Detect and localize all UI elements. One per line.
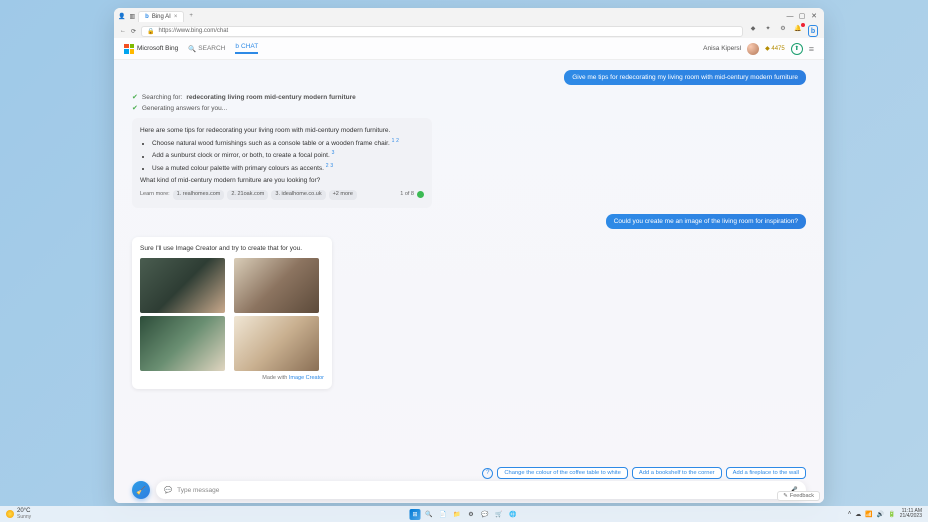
start-button[interactable]: ⊞ (410, 509, 421, 520)
tab-title: Bing AI (152, 14, 171, 20)
task-explorer[interactable]: 📁 (452, 509, 463, 520)
url-text: https://www.bing.com/chat (159, 28, 229, 34)
extensions-icon[interactable]: ⚙ (778, 25, 788, 37)
new-topic-button[interactable]: 🧹 (132, 481, 150, 499)
weather-widget[interactable]: 20°C Sunny (6, 508, 31, 520)
generated-image[interactable] (234, 258, 319, 313)
notifications-icon[interactable]: 🔔 (793, 25, 803, 37)
url-bar: ← ⟳ 🔒 https://www.bing.com/chat ◆ ✦ ⚙ 🔔 … (114, 24, 824, 38)
battery-icon[interactable]: 🔋 (888, 511, 895, 518)
generated-image[interactable] (140, 258, 225, 313)
browser-tab[interactable]: b Bing AI × (138, 11, 184, 22)
nav-search[interactable]: 🔍SEARCH (188, 45, 225, 53)
user-avatar[interactable] (747, 43, 759, 55)
bing-header: Microsoft Bing 🔍SEARCH bCHAT Anisa Kiper… (114, 38, 824, 60)
windows-taskbar: 20°C Sunny ⊞ 🔍 📄 📁 ⚙ 💬 🛒 🌐 ˄ ☁ 📶 🔊 🔋 11:… (0, 506, 928, 522)
feedback-icon: ✎ (783, 493, 788, 499)
close-button[interactable]: ✕ (808, 12, 820, 20)
tip-item: Use a muted colour palette with primary … (152, 163, 424, 173)
titlebar: 👤 ▥ b Bing AI × + — ▢ ✕ (114, 8, 824, 24)
url-field[interactable]: 🔒 https://www.bing.com/chat (141, 26, 743, 37)
user-message-2: Could you create me an image of the livi… (606, 214, 806, 229)
back-button[interactable]: ← (120, 28, 126, 34)
rewards-points[interactable]: ◆ 4475 (765, 45, 785, 52)
new-tab-button[interactable]: + (189, 13, 193, 19)
task-store[interactable]: 🛒 (494, 509, 505, 520)
personal-icon[interactable]: 👤 (118, 13, 125, 20)
chat-area: Give me tips for redecorating my living … (114, 60, 824, 503)
assistant-response-2: Sure I'll use Image Creator and try to c… (132, 237, 806, 389)
status-dot (417, 191, 424, 198)
assistant-response-1: Here are some tips for redecorating your… (132, 118, 806, 208)
minimize-button[interactable]: — (784, 13, 796, 20)
source-pill[interactable]: 2. 21oak.com (227, 190, 268, 200)
tip-item: Choose natural wood furnishings such as … (152, 138, 424, 148)
suggestion-pill[interactable]: Add a bookshelf to the corner (632, 467, 722, 479)
safe-search-icon[interactable]: ⬆ (791, 43, 803, 55)
chevron-up-icon[interactable]: ˄ (848, 511, 852, 517)
url-actions: ◆ ✦ ⚙ 🔔 b (748, 25, 818, 37)
image-card: Sure I'll use Image Creator and try to c… (132, 237, 332, 389)
chat-input-placeholder: Type message (177, 487, 785, 494)
generated-image[interactable] (234, 316, 319, 371)
task-search[interactable]: 🔍 (424, 509, 435, 520)
response-card: Here are some tips for redecorating your… (132, 118, 432, 208)
search-icon: 🔍 (188, 45, 196, 53)
taskbar-apps: ⊞ 🔍 📄 📁 ⚙ 💬 🛒 🌐 (410, 509, 519, 520)
check-icon: ✔ (132, 104, 138, 112)
tip-item: Add a sunburst clock or mirror, or both,… (152, 150, 424, 160)
clock[interactable]: 11:11 AM 21/4/2023 (900, 509, 922, 519)
input-row: 🧹 💬 Type message 🎤 (132, 481, 806, 499)
browser-window: 👤 ▥ b Bing AI × + — ▢ ✕ ← ⟳ 🔒 https://ww… (114, 8, 824, 503)
user-message-1: Give me tips for redecorating my living … (564, 70, 806, 85)
chat-input[interactable]: 💬 Type message 🎤 (156, 481, 806, 499)
volume-icon[interactable]: 🔊 (877, 511, 884, 518)
nav-chat[interactable]: bCHAT (235, 43, 258, 54)
image-credit: Made with Image Creator (140, 375, 324, 381)
shopping-icon[interactable]: ◆ (748, 25, 758, 37)
refresh-button[interactable]: ⟳ (131, 28, 136, 35)
sidebar-toggle-icon[interactable]: ▥ (129, 13, 135, 20)
maximize-button[interactable]: ▢ (796, 12, 808, 20)
wifi-icon[interactable]: 📶 (865, 511, 872, 518)
task-edge[interactable]: 🌐 (508, 509, 519, 520)
check-icon: ✔ (132, 93, 138, 101)
task-view[interactable]: 📄 (438, 509, 449, 520)
source-pill[interactable]: 3. idealhome.co.uk (271, 190, 325, 200)
user-name[interactable]: Anisa Kipersl (703, 45, 741, 52)
chat-input-icon: 💬 (164, 486, 172, 494)
favorites-icon[interactable]: ✦ (763, 25, 773, 37)
bing-badge-icon[interactable]: b (808, 25, 818, 37)
feedback-button[interactable]: ✎Feedback (777, 491, 820, 501)
search-status: ✔Searching for: redecorating living room… (132, 93, 806, 112)
bing-icon: b (145, 14, 149, 20)
suggestion-row: ? Change the colour of the coffee table … (482, 467, 806, 479)
menu-icon[interactable]: ≡ (809, 44, 814, 54)
chat-icon: b (235, 43, 239, 50)
generated-image[interactable] (140, 316, 225, 371)
source-pill[interactable]: +2 more (329, 190, 357, 200)
image-grid (140, 258, 324, 371)
onedrive-icon[interactable]: ☁ (855, 511, 861, 518)
source-pill[interactable]: 1. realhomes.com (173, 190, 225, 200)
task-settings[interactable]: ⚙ (466, 509, 477, 520)
tab-close-icon[interactable]: × (174, 14, 178, 20)
suggestion-pill[interactable]: Change the colour of the coffee table to… (497, 467, 628, 479)
system-tray[interactable]: ˄ ☁ 📶 🔊 🔋 11:11 AM 21/4/2023 (848, 509, 922, 519)
bing-logo[interactable]: Microsoft Bing (124, 44, 178, 54)
suggestion-pill[interactable]: Add a fireplace to the wall (726, 467, 806, 479)
learn-more: Learn more: 1. realhomes.com 2. 21oak.co… (140, 190, 424, 200)
task-chat[interactable]: 💬 (480, 509, 491, 520)
lock-icon: 🔒 (147, 28, 154, 35)
sun-icon (6, 510, 14, 518)
help-icon[interactable]: ? (482, 468, 493, 479)
image-creator-link[interactable]: Image Creator (289, 375, 324, 381)
